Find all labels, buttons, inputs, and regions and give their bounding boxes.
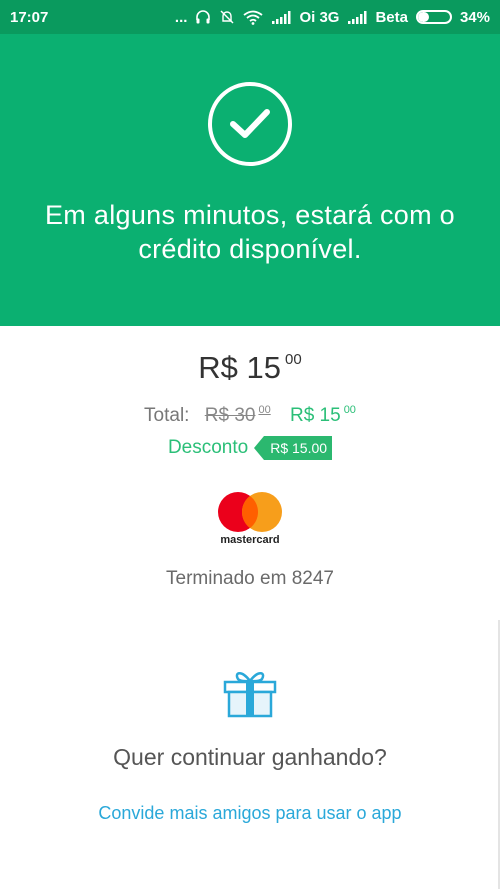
card-brand: mastercard [220, 534, 280, 546]
new-price: R$ 15 00 [289, 404, 356, 426]
carrier-2: Beta [375, 8, 408, 26]
new-price-amount: R$ 15 [289, 405, 341, 426]
discount-row: Desconto R$ 15.00 [0, 436, 500, 460]
gift-icon [223, 672, 277, 718]
discount-label: Desconto [167, 437, 249, 458]
old-price-amount: R$ 30 [204, 405, 256, 426]
headphones-icon [195, 9, 211, 25]
signal-icon [271, 10, 291, 24]
carrier-1: Oi 3G [299, 8, 340, 26]
card-ending: Terminado em 8247 [166, 568, 334, 589]
old-price-cents: 00 [258, 404, 271, 416]
success-banner: Em alguns minutos, estará com o crédito … [0, 34, 500, 326]
price-amount: R$ 15 00 [0, 350, 500, 386]
invite-friends-link[interactable]: Convide mais amigos para usar o app [0, 803, 500, 824]
total-label: Total: [144, 405, 190, 426]
success-message: Em alguns minutos, estará com o crédito … [45, 200, 455, 264]
new-price-cents: 00 [343, 404, 356, 416]
price-cents: 00 [285, 351, 302, 368]
total-row: Total: R$ 30 00 R$ 15 00 [0, 404, 500, 427]
status-time: 17:07 [10, 8, 49, 26]
check-icon [208, 82, 292, 166]
wifi-icon [243, 10, 263, 25]
status-icons: ... Oi 3G Beta 34% [175, 9, 490, 26]
discount-badge: R$ 15.00 [254, 436, 333, 460]
battery-fill [417, 12, 429, 22]
battery-icon [415, 10, 452, 24]
signal-icon [347, 10, 367, 24]
price-value: 15 [246, 350, 282, 385]
price-currency: R$ [198, 350, 238, 385]
more-dots: ... [174, 8, 188, 26]
old-price: R$ 30 00 [204, 404, 271, 426]
promo-question: Quer continuar ganhando? [113, 744, 387, 770]
status-bar: 17:07 ... Oi 3G Beta 34% [0, 0, 500, 34]
notifications-off-icon [219, 9, 235, 25]
battery-percent: 34% [459, 8, 490, 26]
